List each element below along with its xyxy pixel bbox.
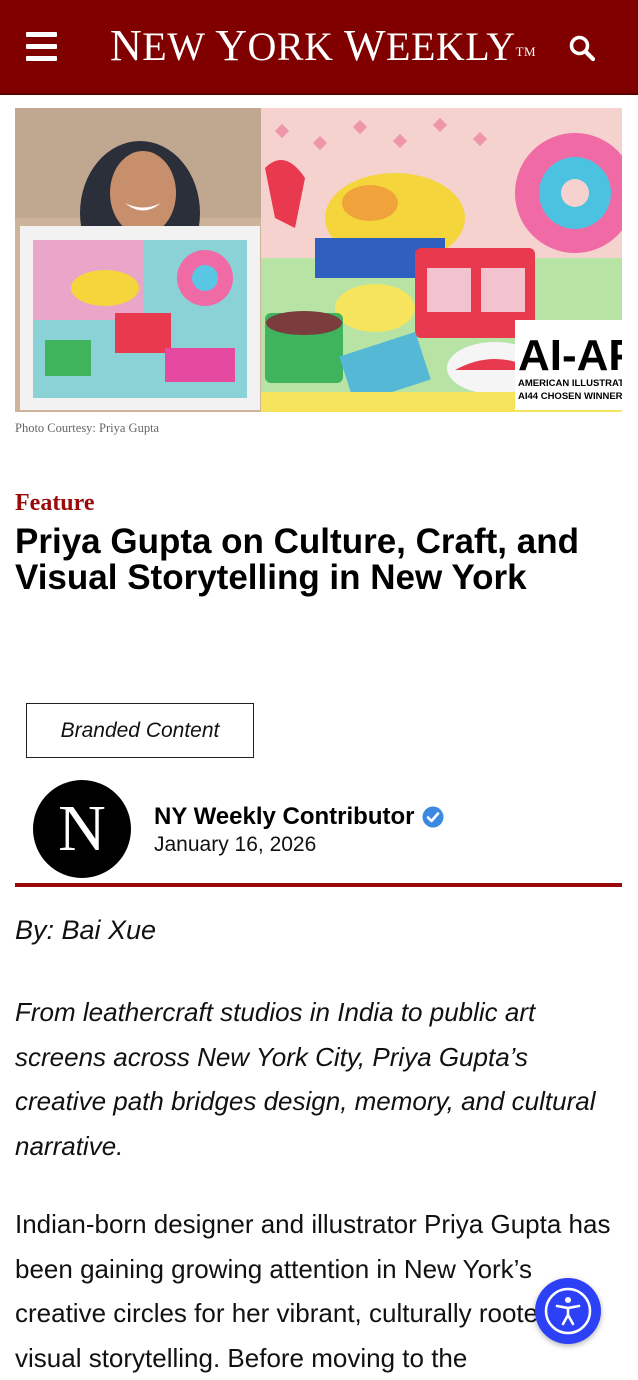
accessibility-icon bbox=[544, 1287, 592, 1335]
photo-caption: Photo Courtesy: Priya Gupta bbox=[15, 421, 160, 435]
article-dek: From leathercraft studios in India to pu… bbox=[15, 997, 596, 1161]
article-headline: Priya Gupta on Culture, Craft, and Visua… bbox=[15, 522, 579, 597]
hamburger-menu-icon[interactable] bbox=[26, 32, 57, 62]
badge-line2: AI44 CHOSEN WINNER bbox=[518, 391, 622, 402]
author-avatar[interactable]: N bbox=[33, 780, 131, 878]
hero-image: AI-AP AMERICAN ILLUSTRATION AI44 CHOSEN … bbox=[15, 108, 622, 412]
accessibility-button[interactable] bbox=[535, 1278, 601, 1344]
branded-content-label: Branded Content bbox=[26, 703, 254, 758]
search-icon[interactable] bbox=[568, 34, 596, 62]
badge-title: AI-AP bbox=[518, 331, 622, 380]
verified-badge-icon bbox=[422, 806, 444, 828]
article-kicker[interactable]: Feature bbox=[15, 490, 95, 517]
author-row: NY Weekly Contributor bbox=[154, 803, 444, 831]
divider bbox=[15, 883, 622, 887]
author-name[interactable]: NY Weekly Contributor bbox=[154, 803, 414, 831]
byline: By: Bai Xue bbox=[15, 915, 157, 945]
publish-date: January 16, 2026 bbox=[154, 833, 317, 856]
badge-line1: AMERICAN ILLUSTRATION bbox=[518, 378, 622, 389]
article-body-paragraph: Indian-born designer and illustrator Pri… bbox=[15, 1209, 611, 1373]
site-header: NEW YORK WEEKLYTM bbox=[0, 0, 638, 95]
site-logo[interactable]: NEW YORK WEEKLYTM bbox=[110, 22, 536, 71]
